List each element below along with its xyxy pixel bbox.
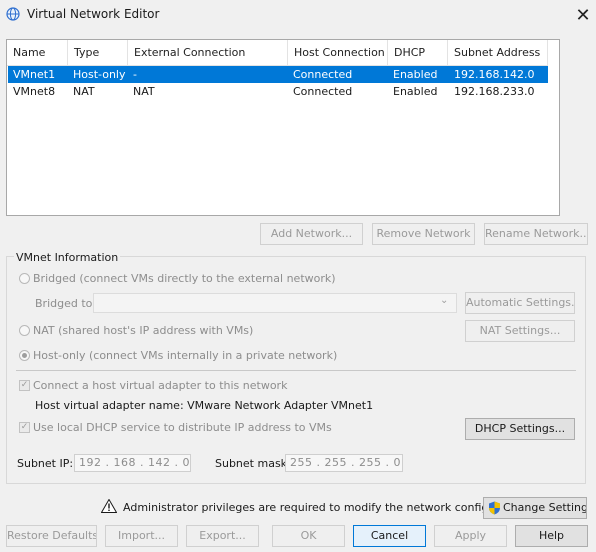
row-host: Connected [293,68,353,81]
subnet-mask-label: Subnet mask: [215,457,291,470]
col-header-type[interactable]: Type [68,40,128,66]
adapter-name-label: Host virtual adapter name: VMware Networ… [35,399,374,412]
table-row[interactable]: VMnet1 Host-only - Connected Enabled 192… [8,66,548,83]
row-dhcp: Enabled [393,85,438,98]
connect-adapter-checkbox[interactable]: ✓ [19,380,30,391]
row-type: Host-only [73,68,126,81]
add-network-button[interactable]: Add Network... [260,223,363,245]
row-dhcp: Enabled [393,68,438,81]
ok-button[interactable]: OK [272,525,345,547]
col-header-name[interactable]: Name [7,40,68,66]
window-title: Virtual Network Editor [27,7,160,21]
warning-icon [101,499,117,513]
row-external: NAT [133,85,155,98]
bridged-label: Bridged (connect VMs directly to the ext… [33,272,336,285]
chevron-down-icon: ⌄ [440,295,449,306]
cancel-button[interactable]: Cancel [353,525,426,547]
row-external: - [133,68,137,81]
dhcp-checkbox[interactable]: ✓ [19,422,30,433]
row-name: VMnet1 [13,68,56,81]
export-button[interactable]: Export... [186,525,259,547]
apply-button[interactable]: Apply [434,525,507,547]
change-settings-button[interactable]: Change Settings [483,497,587,519]
row-type: NAT [73,85,95,98]
row-subnet: 192.168.233.0 [454,85,535,98]
subnet-mask-field[interactable]: 255 . 255 . 255 . 0 [285,454,403,472]
dhcp-label: Use local DHCP service to distribute IP … [33,421,332,434]
bridged-to-select[interactable] [93,293,457,313]
import-button[interactable]: Import... [105,525,178,547]
admin-warning-text: Administrator privileges are required to… [123,501,532,514]
col-header-subnet[interactable]: Subnet Address [448,40,548,66]
network-globe-icon [6,7,20,21]
network-list[interactable]: Name Type External Connection Host Conne… [6,39,560,216]
connect-adapter-label: Connect a host virtual adapter to this n… [33,379,288,392]
subnet-ip-field[interactable]: 192 . 168 . 142 . 0 [74,454,191,472]
host-only-radio[interactable] [19,350,30,361]
help-button[interactable]: Help [515,525,588,547]
automatic-settings-button[interactable]: Automatic Settings... [465,292,575,314]
close-icon[interactable]: ✕ [570,2,596,28]
nat-settings-button[interactable]: NAT Settings... [465,320,575,342]
row-subnet: 192.168.142.0 [454,68,535,81]
remove-network-button[interactable]: Remove Network [372,223,475,245]
bridged-to-label: Bridged to: [35,297,97,310]
row-name: VMnet8 [13,85,56,98]
nat-radio[interactable] [19,325,30,336]
col-header-external[interactable]: External Connection [128,40,288,66]
rename-network-button[interactable]: Rename Network... [484,223,588,245]
row-host: Connected [293,85,353,98]
nat-label: NAT (shared host's IP address with VMs) [33,324,254,337]
divider [16,370,576,371]
uac-shield-icon [489,501,500,515]
vmnet-info-title: VMnet Information [14,251,121,264]
bridged-radio[interactable] [19,273,30,284]
table-row[interactable]: VMnet8 NAT NAT Connected Enabled 192.168… [8,83,548,100]
col-header-dhcp[interactable]: DHCP [388,40,448,66]
restore-defaults-button[interactable]: Restore Defaults [6,525,97,547]
change-settings-label: Change Settings [503,501,587,514]
host-only-label: Host-only (connect VMs internally in a p… [33,349,338,362]
subnet-ip-label: Subnet IP: [17,457,74,470]
dhcp-settings-button[interactable]: DHCP Settings... [465,418,575,440]
col-header-host[interactable]: Host Connection [288,40,388,66]
